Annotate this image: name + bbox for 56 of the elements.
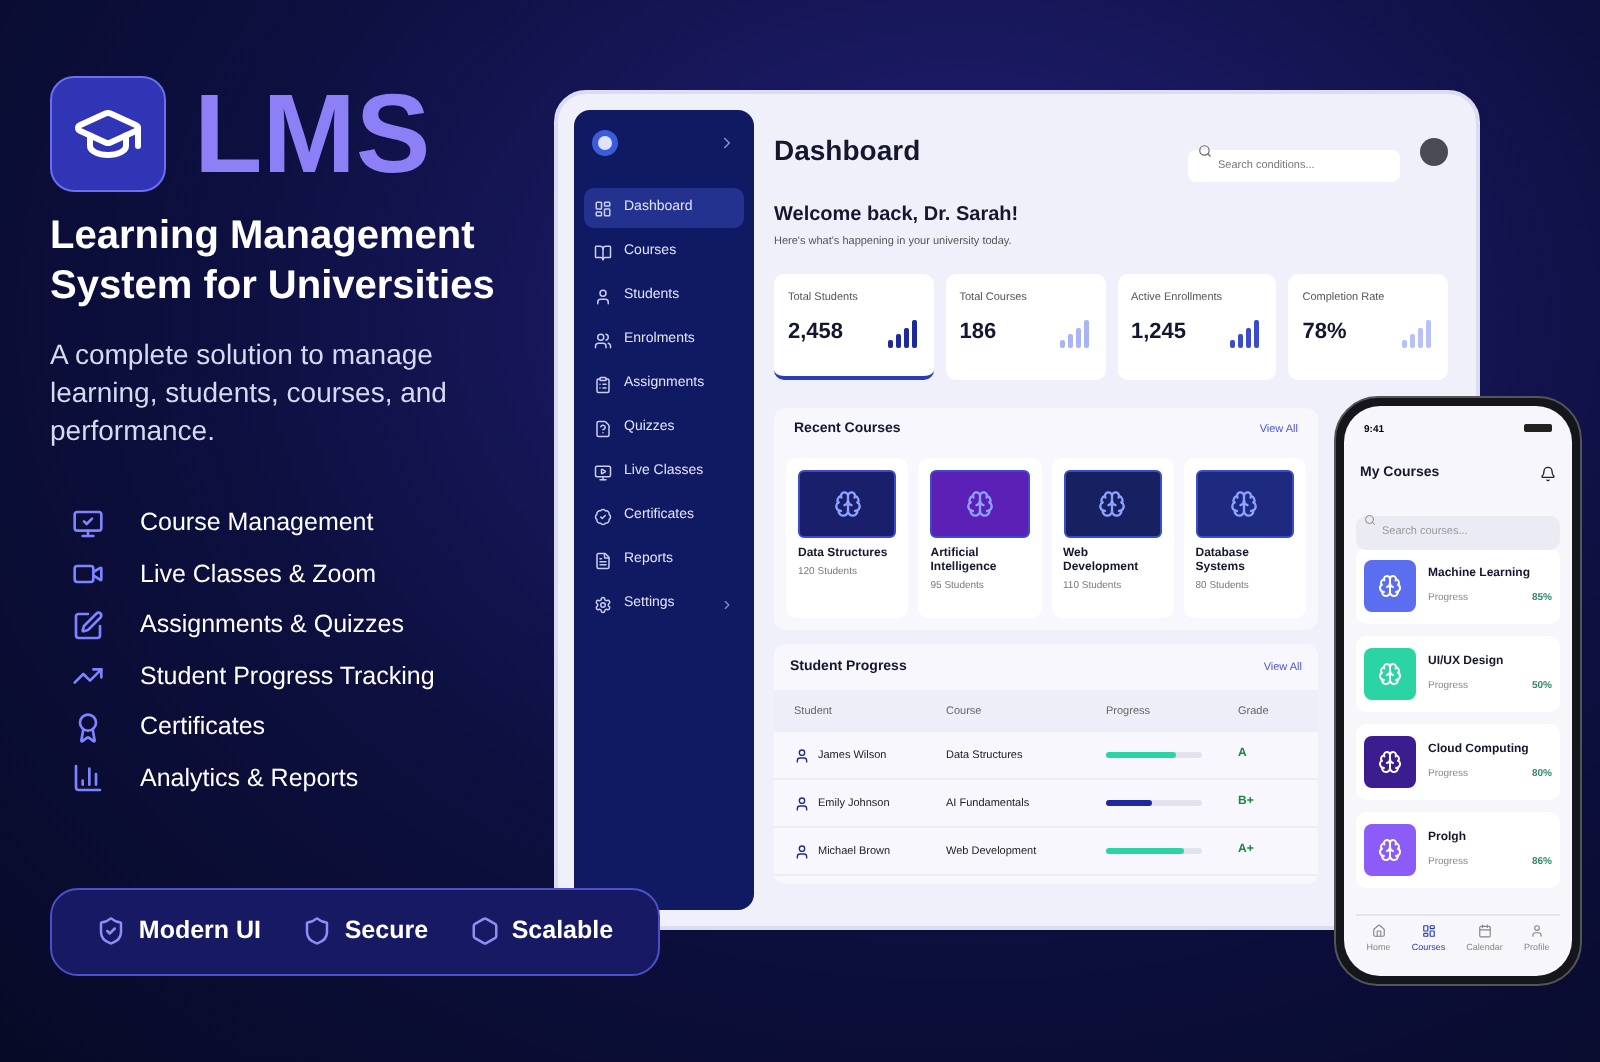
monitor-play-icon — [594, 463, 612, 481]
description: A complete solution to manage learning, students, courses, and performance. — [50, 336, 449, 450]
courses-icon — [1421, 924, 1436, 939]
brain-icon — [1378, 838, 1402, 862]
quiz-icon — [594, 419, 612, 437]
welcome-heading: Welcome back, Dr. Sarah! — [774, 202, 1021, 230]
feature-label: Live Classes & Zoom — [140, 557, 377, 591]
stat-value: 1,245 — [1131, 317, 1187, 347]
logo-text: LMS — [194, 78, 431, 190]
badge-label: Secure — [344, 914, 429, 949]
stat-value: 186 — [959, 317, 997, 347]
edit-icon — [72, 609, 104, 641]
bar-chart-icon — [72, 762, 104, 794]
users-icon — [594, 331, 612, 349]
settings-icon — [594, 595, 612, 613]
feature-label: Assignments & Quizzes — [140, 608, 404, 642]
badge-label: Modern UI — [138, 914, 262, 949]
home-icon — [1371, 924, 1386, 939]
feature-label: Analytics & Reports — [140, 761, 359, 795]
feature-label: Student Progress Tracking — [140, 659, 435, 693]
brain-icon — [1378, 574, 1402, 598]
user-avatar-icon — [794, 843, 810, 860]
document-icon — [594, 551, 612, 569]
calendar-icon — [1477, 924, 1492, 939]
shield-icon — [302, 916, 333, 946]
user-avatar-icon — [794, 795, 810, 812]
brain-icon — [1378, 750, 1402, 774]
profile-icon — [1529, 924, 1544, 939]
user-avatar-icon — [794, 747, 810, 764]
chevron-icon — [718, 134, 736, 152]
app-logo-icon — [592, 130, 618, 156]
dashboard-icon — [594, 199, 612, 217]
chevron-icon — [720, 597, 734, 611]
monitor-icon — [72, 507, 104, 539]
badge-icon — [594, 507, 612, 525]
search-icon — [1364, 513, 1376, 525]
search-icon — [1198, 144, 1212, 158]
stat-value: 78% — [1302, 317, 1347, 347]
shield-check-icon — [96, 916, 127, 946]
avatar[interactable] — [1420, 137, 1448, 165]
feature-label: Course Management — [140, 506, 374, 540]
badge-label: Scalable — [511, 914, 614, 949]
bell-icon[interactable] — [1540, 465, 1556, 482]
headline: Learning Management System for Universities — [50, 212, 497, 312]
page-title: Dashboard — [774, 132, 921, 170]
book-icon — [594, 243, 612, 261]
hexagon-icon — [469, 916, 500, 946]
brain-icon — [1230, 489, 1259, 518]
brain-icon — [1098, 489, 1127, 518]
user-icon — [594, 287, 612, 305]
stat-value: 2,458 — [788, 317, 844, 347]
feature-label: Certificates — [140, 710, 266, 744]
clipboard-icon — [594, 375, 612, 393]
brain-icon — [965, 489, 994, 518]
brain-icon — [1378, 662, 1402, 686]
brain-icon — [833, 489, 862, 518]
